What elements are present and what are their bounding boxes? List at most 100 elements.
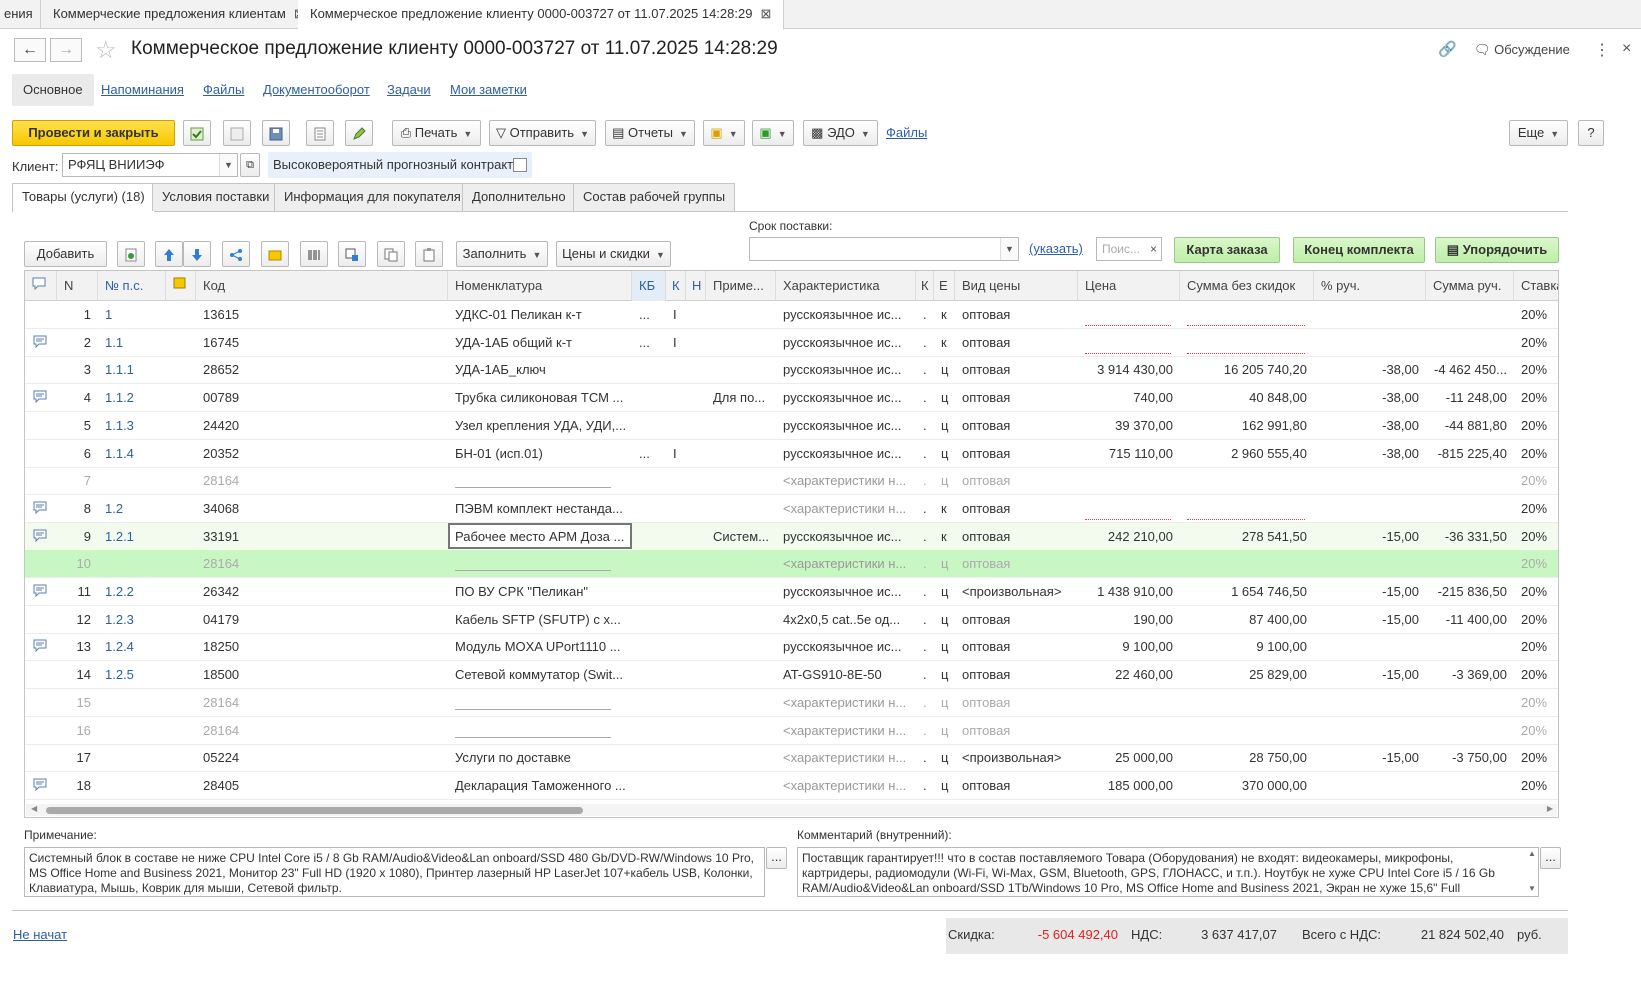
subtab-reminders[interactable]: Напоминания <box>101 74 184 106</box>
folder-icon[interactable] <box>261 241 289 267</box>
table-row[interactable]: 10 28164 <характеристики н.... ц оптовая 20% <box>25 550 1558 579</box>
create-based-button[interactable]: ▣ ▼ <box>703 120 745 146</box>
related-docs-button[interactable]: ▣ ▼ <box>752 120 794 146</box>
table-row[interactable]: 6 1.1.4 20352 БН-01 (исп.01)... Iрусскоязычн… <box>25 440 1558 468</box>
star-icon[interactable]: ☆ <box>95 36 117 65</box>
notes-expand-button[interactable]: ... <box>766 847 787 869</box>
tab-buyer-info[interactable]: Информация для покупателя <box>274 183 471 211</box>
edo-button[interactable]: ▩ ЭДО ▼ <box>803 120 878 146</box>
col-n2[interactable]: Н <box>686 271 706 301</box>
horizontal-scrollbar[interactable]: ◀ ▶ <box>26 804 1557 816</box>
kit-column-icon[interactable] <box>166 271 196 301</box>
col-rate[interactable]: Ставка <box>1514 271 1558 301</box>
scroll-right-icon[interactable]: ▶ <box>1547 804 1553 813</box>
col-sum-manual[interactable]: Сумма руч. <box>1426 271 1514 301</box>
table-row[interactable]: 1 1 13615 УДКС-01 Пеликан к-т... Iрусскоязыч… <box>25 301 1558 329</box>
tab-work-group[interactable]: Состав рабочей группы <box>573 183 736 211</box>
close-icon[interactable]: × <box>1622 40 1631 58</box>
table-row[interactable]: 5 1.1.3 24420 Узел крепления УДА, УДИ,... ру… <box>25 412 1558 440</box>
prices-discounts-button[interactable]: Цены и скидки ▼ <box>556 241 671 267</box>
col-k[interactable]: К <box>666 271 686 301</box>
table-row[interactable]: 17 05224 Услуги по доставке <характеристики… <box>25 744 1558 773</box>
delivery-field[interactable]: ▼ <box>749 237 1019 261</box>
table-row[interactable]: 2 1.1 16745 УДА-1АБ общий к-т... Iрусскоязыч… <box>25 329 1558 357</box>
cell-nomenclature[interactable]: Рабочее место АРМ Доза ... <box>448 522 632 549</box>
scroll-left-icon[interactable]: ◀ <box>31 804 37 813</box>
paste-icon[interactable] <box>415 241 443 267</box>
col-pos[interactable]: № п.с. <box>98 271 166 301</box>
tree-icon[interactable] <box>222 241 250 267</box>
open-icon[interactable]: ⧉ <box>240 153 260 177</box>
comment-expand-button[interactable]: ... <box>1540 847 1561 869</box>
comment-icon[interactable] <box>32 583 52 601</box>
help-button[interactable]: ? <box>1578 120 1604 146</box>
col-price[interactable]: Цена <box>1078 271 1180 301</box>
col-kb[interactable]: КБ <box>632 271 666 301</box>
discussion-button[interactable]: 🗨 Обсуждение <box>1474 42 1570 58</box>
table-row[interactable]: 12 1.2.3 04179 Кабель SFTP (SFUTP) с х... 4x… <box>25 606 1558 634</box>
reports-button[interactable]: ▤ Отчеты ▼ <box>605 120 695 146</box>
save-icon[interactable] <box>262 120 290 146</box>
send-button[interactable]: ▽ Отправить ▼ <box>489 120 596 146</box>
list-icon[interactable] <box>306 120 334 146</box>
comment-icon[interactable] <box>32 500 52 518</box>
col-k2[interactable]: К <box>916 271 934 301</box>
col-price-type[interactable]: Вид цены <box>955 271 1078 301</box>
scroll-down-icon[interactable]: ▼ <box>1528 884 1536 893</box>
kit-end-button[interactable]: Конец комплекта <box>1293 237 1425 263</box>
table-row[interactable]: 11 1.2.2 26342 ПО ВУ СРК "Пеликан" русскоязы… <box>25 578 1558 606</box>
subtab-files[interactable]: Файлы <box>203 74 244 106</box>
tab-goods[interactable]: Товары (услуги) (18) <box>12 183 155 212</box>
chevron-down-icon[interactable]: ▼ <box>1000 238 1018 260</box>
search-input[interactable]: Поис... × <box>1096 237 1162 261</box>
files-link[interactable]: Файлы <box>886 125 927 140</box>
clear-icon[interactable]: × <box>1150 238 1157 260</box>
window-tab-2[interactable]: Коммерческое предложение клиенту 0000-00… <box>298 0 785 30</box>
specify-link[interactable]: (указать) <box>1029 241 1083 256</box>
subtab-main[interactable]: Основное <box>12 74 94 106</box>
comment-icon[interactable] <box>32 334 52 352</box>
more-button[interactable]: Еще ▼ <box>1509 120 1568 146</box>
add-button[interactable]: Добавить <box>24 241 107 267</box>
col-pct-manual[interactable]: % руч. <box>1314 271 1426 301</box>
copy-icon[interactable] <box>377 241 405 267</box>
col-code[interactable]: Код <box>196 271 448 301</box>
table-row[interactable]: 16 28164 <характеристики н.... ц оптовая 20% <box>25 717 1558 745</box>
table-row[interactable]: 13 1.2.4 18250 Модуль MOXA UPort1110 ... рус… <box>25 633 1558 662</box>
comment-icon[interactable] <box>32 389 52 407</box>
comment-field[interactable]: Поставщик гарантирует!!! что в состав по… <box>797 847 1539 897</box>
scan-icon[interactable] <box>338 241 366 267</box>
subtab-tasks[interactable]: Задачи <box>387 74 431 106</box>
table-row[interactable]: 7 28164 <характеристики н.... ц оптовая 20% <box>25 467 1558 496</box>
table-row[interactable]: 14 1.2.5 18500 Сетевой коммутатор (Swit... A… <box>25 661 1558 690</box>
comment-icon[interactable] <box>32 638 52 656</box>
link-icon[interactable]: 🔗 <box>1438 40 1457 58</box>
forecast-checkbox[interactable] <box>513 158 527 172</box>
post-and-close-button[interactable]: Провести и закрыть <box>12 120 175 146</box>
table-row[interactable]: 3 1.1.1 28652 УДА-1АБ_ключ русскоязычное ис.… <box>25 356 1558 385</box>
fill-button[interactable]: Заполнить ▼ <box>456 241 548 267</box>
close-icon[interactable]: ⊠ <box>760 6 771 21</box>
window-tab-1[interactable]: Коммерческие предложения клиентам⊠ <box>41 0 318 29</box>
back-button[interactable]: ← <box>14 38 46 62</box>
col-n[interactable]: N <box>57 271 98 301</box>
order-map-button[interactable]: Карта заказа <box>1174 237 1280 263</box>
table-row[interactable]: 15 28164 <характеристики н.... ц оптовая 20% <box>25 689 1558 717</box>
status-link[interactable]: Не начат <box>13 927 67 942</box>
subtab-docflow[interactable]: Документооборот <box>263 74 370 106</box>
scrollbar-thumb[interactable] <box>46 807 583 814</box>
comment-icon[interactable] <box>32 777 52 795</box>
more-vert-icon[interactable]: ⋮ <box>1594 40 1610 60</box>
comment-column-icon[interactable] <box>25 271 57 301</box>
barcode-icon[interactable] <box>300 241 328 267</box>
move-up-icon[interactable] <box>155 241 183 267</box>
tab-additional[interactable]: Дополнительно <box>462 183 576 211</box>
print-button[interactable]: ⎙ Печать ▼ <box>392 120 481 146</box>
col-characteristic[interactable]: Характеристика <box>776 271 916 301</box>
tab-delivery-terms[interactable]: Условия поставки <box>152 183 280 211</box>
table-row[interactable]: 9 1.2.1 33191 Рабочее место АРМ Доза ... Сис… <box>25 522 1558 551</box>
post-icon[interactable] <box>183 120 211 146</box>
add-from-icon[interactable] <box>117 241 145 267</box>
forward-button[interactable]: → <box>50 38 82 62</box>
subtab-notes[interactable]: Мои заметки <box>450 74 527 106</box>
